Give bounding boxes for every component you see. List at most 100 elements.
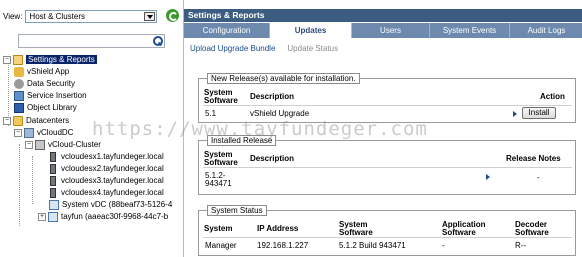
release-description: vShield Upgrade: [250, 109, 310, 118]
col-header-ip-address: IP Address: [257, 224, 299, 233]
tab-users[interactable]: Users: [352, 23, 430, 38]
col-header-system-software: System Software: [339, 221, 373, 237]
tree-item-label: vShield App: [27, 67, 70, 76]
view-label: View:: [3, 11, 23, 21]
tree-item-host[interactable]: vcloudesx2.tayfundeger.local: [48, 163, 164, 174]
refresh-icon[interactable]: [166, 9, 179, 22]
settings-reports-icon: [13, 54, 23, 65]
tree-item-vshield-app[interactable]: vShield App: [14, 66, 69, 77]
col-header-software: System Software: [204, 89, 238, 105]
release-version: 5.1: [205, 109, 217, 118]
upload-upgrade-bundle-link[interactable]: Upload Upgrade Bundle: [190, 44, 275, 53]
col-header-system: System: [204, 224, 233, 233]
firewall-icon: [14, 66, 24, 77]
search-input[interactable]: [18, 34, 165, 48]
status-application-software: -: [442, 241, 445, 250]
status-system: Manager: [205, 241, 237, 250]
tree-item-label: Settings & Reports: [26, 55, 97, 64]
tree-item-vclouddc[interactable]: − vCloudDC: [14, 127, 73, 138]
col-header-software: System Software: [204, 151, 238, 167]
system-status-legend: System Status: [207, 205, 267, 216]
col-header-release-notes: Release Notes: [506, 154, 561, 163]
tree-item-vcloud-cluster[interactable]: − vCloud-Cluster: [25, 139, 101, 150]
tree-item-host[interactable]: vcloudesx3.tayfundeger.local: [48, 175, 164, 186]
settings-reports-pane: Settings & Reports Configuration Updates…: [183, 0, 582, 257]
tab-configuration[interactable]: Configuration: [184, 23, 270, 38]
col-header-action: Action: [540, 92, 565, 101]
col-header-line: Software: [204, 96, 238, 105]
update-subnav: Upload Upgrade Bundle Update Status: [190, 44, 338, 53]
tree-item-system-vdc[interactable]: System vDC (88beaf73-5126-4: [49, 199, 172, 210]
installed-version: 5.1.2- 943471: [205, 172, 232, 188]
tree-item-object-library[interactable]: Object Library: [14, 102, 77, 113]
tree-item-label: vcloudesx3.tayfundeger.local: [61, 176, 164, 185]
collapse-icon[interactable]: −: [3, 116, 11, 125]
resource-pool-icon: [48, 211, 58, 222]
data-security-icon: [14, 78, 24, 89]
inventory-pane: View: Host & Clusters − Settings & Repor…: [0, 0, 183, 257]
collapse-icon[interactable]: −: [14, 128, 22, 137]
datacenter-icon: [24, 127, 34, 138]
collapse-icon[interactable]: −: [3, 55, 11, 64]
tree-guide-line: [19, 144, 20, 226]
tree-item-label: Object Library: [27, 103, 77, 112]
status-system-software: 5.1.2 Build 943471: [339, 241, 406, 250]
tab-system-events[interactable]: System Events: [430, 23, 510, 38]
host-server-icon: [50, 175, 56, 186]
tree-item-label: Service Insertion: [27, 91, 87, 100]
install-button[interactable]: Install: [522, 107, 556, 119]
tree-item-settings-reports[interactable]: − Settings & Reports: [3, 54, 97, 65]
new-release-legend: New Release(s) available for installatio…: [207, 73, 360, 84]
installed-release-legend: Installed Release: [207, 135, 277, 146]
tree-item-label: vCloudDC: [37, 128, 74, 137]
tree-item-label: Datacenters: [26, 116, 70, 125]
status-decoder-software: R--: [515, 241, 527, 250]
tree-item-label: vcloudesx4.tayfundeger.local: [61, 188, 164, 197]
system-status-panel: System Status System IP Address System S…: [198, 205, 576, 256]
header-divider: [203, 237, 572, 238]
collapse-icon[interactable]: −: [25, 140, 33, 149]
view-dropdown[interactable]: Host & Clusters: [25, 9, 158, 23]
col-header-description: Description: [250, 154, 295, 163]
update-status-link[interactable]: Update Status: [287, 44, 338, 53]
tree-item-service-insertion[interactable]: Service Insertion: [14, 90, 87, 101]
tree-item-label: vcloudesx2.tayfundeger.local: [61, 164, 164, 173]
col-header-line: Software: [204, 158, 238, 167]
tree-item-host[interactable]: vcloudesx1.tayfundeger.local: [48, 151, 164, 162]
play-arrow-icon[interactable]: [486, 174, 490, 180]
tree-item-label: vcloudesx1.tayfundeger.local: [61, 152, 164, 161]
installed-release-panel: Installed Release System Software Descri…: [198, 135, 576, 195]
folder-icon: [13, 115, 23, 126]
chevron-down-icon[interactable]: [144, 11, 156, 21]
col-header-line: Software: [515, 228, 549, 237]
host-server-icon: [50, 163, 56, 174]
host-server-icon: [50, 151, 56, 162]
tree-guide-line: [32, 156, 33, 204]
col-header-decoder-software: Decoder Software: [515, 221, 549, 237]
view-dropdown-value: Host & Clusters: [29, 11, 85, 21]
col-header-line: Software: [339, 228, 373, 237]
page-title: Settings & Reports: [184, 9, 582, 22]
header-divider: [203, 167, 572, 168]
tree-item-label: tayfun (aaeac30f-9968-44c7-b: [61, 212, 169, 221]
tab-audit-logs[interactable]: Audit Logs: [510, 23, 582, 38]
tab-updates[interactable]: Updates: [270, 23, 352, 38]
header-divider: [203, 105, 572, 106]
view-selector-row: View: Host & Clusters: [3, 9, 158, 23]
col-header-application-software: Application Software: [442, 221, 486, 237]
tree-item-datacenters[interactable]: − Datacenters: [3, 115, 69, 126]
new-release-panel: New Release(s) available for installatio…: [198, 73, 576, 123]
installed-version-line: 943471: [205, 179, 232, 188]
expand-icon[interactable]: +: [38, 212, 46, 221]
tree-item-tayfun-vdc[interactable]: + tayfun (aaeac30f-9968-44c7-b: [38, 211, 168, 222]
object-library-icon: [14, 102, 24, 113]
tree-item-label: System vDC (88beaf73-5126-4: [62, 200, 173, 209]
tree-item-label: vCloud-Cluster: [48, 140, 101, 149]
release-notes-value: -: [537, 173, 540, 182]
search-icon[interactable]: [152, 35, 163, 46]
tree-item-data-security[interactable]: Data Security: [14, 78, 75, 89]
tab-bar: Configuration Updates Users System Event…: [184, 23, 582, 38]
tree-item-host[interactable]: vcloudesx4.tayfundeger.local: [48, 187, 164, 198]
status-ip-address: 192.168.1.227: [257, 241, 309, 250]
play-arrow-icon: [513, 111, 517, 117]
